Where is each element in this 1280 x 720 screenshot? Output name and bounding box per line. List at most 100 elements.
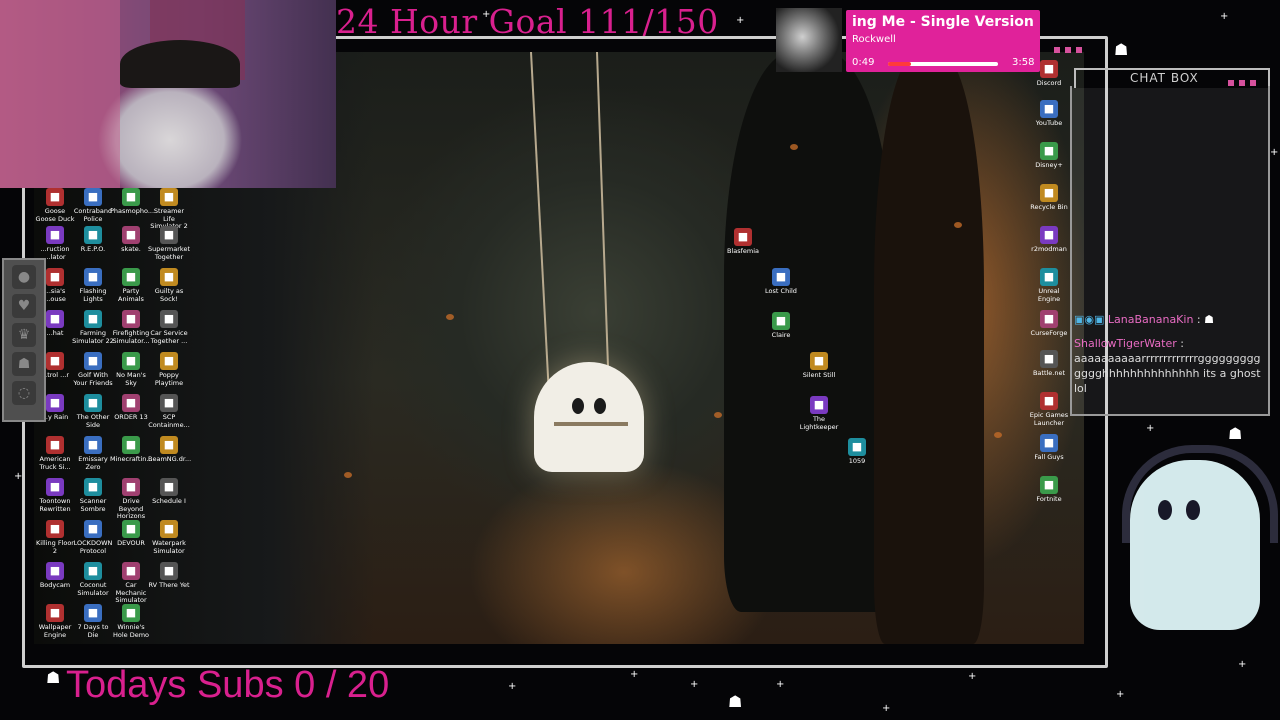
- desktop-icon-label: Fortnite: [1036, 495, 1062, 503]
- desktop-icon-label: Supermarket Together: [148, 245, 190, 261]
- desktop-icon[interactable]: ■ No Man's Sky: [110, 352, 152, 387]
- desktop-icon[interactable]: ■ Scanner Sombre: [72, 478, 114, 513]
- desktop-icon[interactable]: ■ Battle.net: [1028, 350, 1070, 378]
- desktop-icon[interactable]: ■ Car Service Together ...: [148, 310, 190, 345]
- desktop-icon-label: Toontown Rewritten: [39, 497, 71, 513]
- desktop-icon[interactable]: ■ Firefighting Simulator...: [110, 310, 152, 345]
- desktop-icon[interactable]: ■ Coconut Simulator: [72, 562, 114, 597]
- desktop-icon[interactable]: ■ Killing Floor 2: [34, 520, 76, 555]
- desktop-icon[interactable]: ■ r2modman: [1028, 226, 1070, 254]
- star-decoration: +: [736, 15, 745, 26]
- app-icon: ■: [122, 604, 140, 622]
- app-icon: ■: [84, 310, 102, 328]
- app-icon: ■: [46, 562, 64, 580]
- desktop-icon[interactable]: ■ Fortnite: [1028, 476, 1070, 504]
- desktop-icon[interactable]: ■ Disney+: [1028, 142, 1070, 170]
- app-icon: ■: [1040, 226, 1058, 244]
- desktop-icon[interactable]: ■ ORDER 13: [110, 394, 152, 422]
- desktop-icon[interactable]: ■ The Other Side: [72, 394, 114, 429]
- app-icon: ■: [84, 188, 102, 206]
- app-icon: ■: [122, 394, 140, 412]
- desktop-icon-label: The Lightkeeper: [799, 415, 839, 431]
- desktop-icon[interactable]: ■ Poppy Playtime: [148, 352, 190, 387]
- leaf: [344, 472, 352, 478]
- track-progress-fill: [888, 62, 912, 66]
- desktop-icon[interactable]: ■ RV There Yet: [148, 562, 190, 590]
- desktop-icon[interactable]: ■ American Truck Si...: [34, 436, 76, 471]
- desktop-icon[interactable]: ■Streamer Life Simulator 2: [148, 188, 190, 231]
- desktop-icon[interactable]: ■ Goose Goose Duck: [34, 188, 76, 223]
- desktop-icon[interactable]: ■ Waterpark Simulator: [148, 520, 190, 555]
- app-icon: ■: [46, 226, 64, 244]
- app-icon: ■: [1040, 60, 1058, 78]
- ghost-character: [534, 362, 644, 472]
- app-icon: ■: [122, 478, 140, 496]
- desktop-icon-label: Recycle Bin: [1030, 203, 1068, 211]
- desktop-icon-label: Waterpark Simulator: [152, 539, 186, 555]
- desktop-icon[interactable]: ■ Phasmopho...: [110, 188, 154, 216]
- desktop-icon[interactable]: ■ Wallpaper Engine: [34, 604, 76, 639]
- app-icon: ■: [160, 188, 178, 206]
- star-decoration: +: [630, 669, 639, 680]
- loading-icon: ◌: [12, 381, 36, 405]
- desktop-icon[interactable]: ■ The Lightkeeper: [798, 396, 840, 431]
- chat-box-title: CHAT BOX: [1130, 71, 1199, 85]
- app-icon: ■: [734, 228, 752, 246]
- desktop-icon[interactable]: ■ Blasfemia: [722, 228, 764, 256]
- desktop-icon[interactable]: ■ Fall Guys: [1028, 434, 1070, 462]
- left-decor-panel: ● ♥ ♛ ☗ ◌: [2, 258, 46, 422]
- desktop-icon[interactable]: ■ Emissary Zero: [72, 436, 114, 471]
- app-icon: ■: [1040, 476, 1058, 494]
- desktop-icon-label: Coconut Simulator: [77, 581, 109, 597]
- desktop-icon[interactable]: ■ Drive Beyond Horizons: [110, 478, 152, 521]
- desktop-icon[interactable]: ■ Winnie's Hole Demo: [110, 604, 152, 639]
- desktop-icon[interactable]: ■ Golf With Your Friends: [72, 352, 114, 387]
- app-icon: ■: [1040, 184, 1058, 202]
- desktop-icon[interactable]: ■ R.E.P.O.: [72, 226, 114, 254]
- desktop-icon[interactable]: ■ Guilty as Sock!: [148, 268, 190, 303]
- desktop-icon[interactable]: ■ SCP Containme...: [148, 394, 190, 429]
- desktop-icon[interactable]: ■ Minecraftin...: [110, 436, 153, 464]
- leaf: [714, 412, 722, 418]
- desktop-icon-label: Farming Simulator 22: [72, 329, 114, 345]
- desktop-icon[interactable]: ■ Schedule I: [148, 478, 190, 506]
- ghost-icon: ☗: [1228, 424, 1243, 443]
- desktop-icon[interactable]: ■ Toontown Rewritten: [34, 478, 76, 513]
- desktop-icon[interactable]: ■ Contraband Police: [72, 188, 114, 223]
- desktop-icon[interactable]: ■ Recycle Bin: [1028, 184, 1070, 212]
- desktop-icon-label: Contraband Police: [73, 207, 113, 223]
- desktop-icon-label: Battle.net: [1032, 369, 1066, 377]
- desktop-icon-label: Bodycam: [39, 581, 71, 589]
- chat-message: ShallowTigerWater : aaaaaaaaaarrrrrrrrrr…: [1074, 337, 1261, 395]
- desktop-icon[interactable]: ■ 7 Days to Die: [72, 604, 114, 639]
- app-icon: ■: [122, 562, 140, 580]
- desktop-icon[interactable]: ■ DEVOUR: [110, 520, 152, 548]
- webcam-streamer-cap: [120, 40, 240, 88]
- app-icon: ■: [122, 188, 140, 206]
- app-icon: ■: [122, 520, 140, 538]
- desktop-icon[interactable]: ■ ...ruction ...lator: [34, 226, 76, 261]
- desktop-icon[interactable]: ■ Epic Games Launcher: [1028, 392, 1070, 427]
- webcam-door: [0, 0, 120, 188]
- desktop-icon[interactable]: ■ Party Animals: [110, 268, 152, 303]
- desktop-icon[interactable]: ■ YouTube: [1028, 100, 1070, 128]
- app-icon: ■: [160, 268, 178, 286]
- desktop-icon[interactable]: ■ Bodycam: [34, 562, 76, 590]
- desktop-icon[interactable]: ■ Claire: [760, 312, 802, 340]
- chat-box-header: CHAT BOX: [1074, 68, 1270, 88]
- desktop-icon[interactable]: ■ Supermarket Together: [148, 226, 190, 261]
- desktop-icon-label: Minecraftin...: [110, 455, 153, 463]
- desktop-icon[interactable]: ■ Lost Child: [760, 268, 802, 296]
- desktop-icon[interactable]: ■ CurseForge: [1028, 310, 1070, 338]
- desktop-icon[interactable]: ■ LOCKDOWN Protocol: [72, 520, 114, 555]
- desktop-icon[interactable]: ■ Silent Still: [798, 352, 840, 380]
- desktop-icon[interactable]: ■ Farming Simulator 22: [72, 310, 114, 345]
- app-icon: ■: [122, 352, 140, 370]
- desktop-icon[interactable]: ■ BeamNG.dr...: [148, 436, 191, 464]
- desktop-icon[interactable]: ■ Unreal Engine: [1028, 268, 1070, 303]
- desktop-icon[interactable]: ■ Flashing Lights: [72, 268, 114, 303]
- desktop-icon[interactable]: ■ 1059: [836, 438, 878, 466]
- swing-rope: [530, 52, 552, 422]
- desktop-icon[interactable]: ■ skate.: [110, 226, 152, 254]
- album-art: [776, 8, 842, 72]
